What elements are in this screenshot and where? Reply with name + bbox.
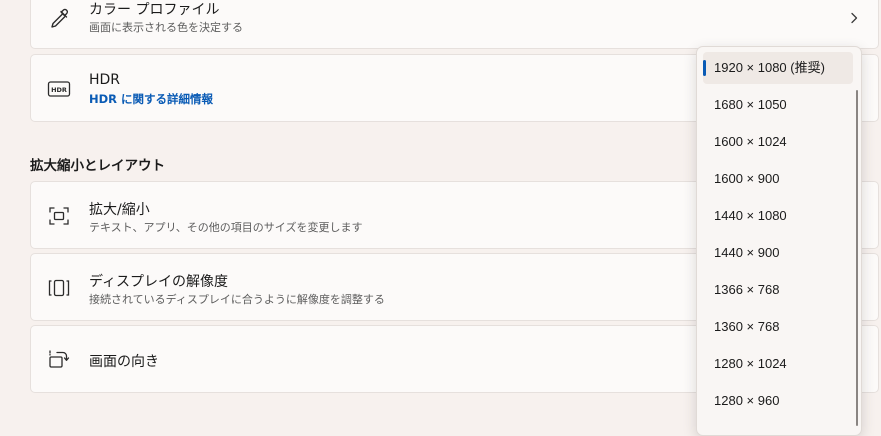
resolution-option[interactable]: 1440 × 1080: [703, 200, 853, 232]
selected-indicator: [703, 60, 706, 76]
scale-title: 拡大/縮小: [89, 202, 150, 218]
resolution-option[interactable]: 1680 × 1050: [703, 89, 853, 121]
resolution-option[interactable]: 1280 × 960: [703, 385, 853, 417]
chevron-right-icon: [851, 12, 858, 24]
hdr-icon: HDR: [47, 81, 71, 97]
eyedropper-icon: [51, 8, 68, 28]
resolution-option[interactable]: 1600 × 900: [703, 163, 853, 195]
color-profile-description: 画面に表示される色を決定する: [89, 21, 243, 34]
resolution-option-label: 1680 × 1050: [714, 97, 787, 112]
hdr-learn-more-link[interactable]: HDR に関する詳細情報: [89, 91, 213, 107]
resolution-option-label: 1600 × 1024: [714, 134, 787, 149]
resolution-option[interactable]: 1920 × 1080 (推奨): [703, 52, 853, 84]
display-resolution-title: ディスプレイの解像度: [89, 274, 229, 290]
resolution-option-label: 1440 × 900: [714, 245, 780, 260]
resolution-option-label: 1366 × 768: [714, 282, 780, 297]
resolution-option[interactable]: 1360 × 768: [703, 311, 853, 343]
resolution-option[interactable]: 1366 × 768: [703, 274, 853, 306]
resolution-option-label: 1360 × 768: [714, 319, 780, 334]
color-profile-card[interactable]: カラー プロファイル 画面に表示される色を決定する: [30, 0, 879, 49]
section-title-scale-layout: 拡大縮小とレイアウト: [30, 158, 165, 174]
scale-description: テキスト、アプリ、その他の項目のサイズを変更します: [89, 221, 363, 234]
resolution-option-label: 1280 × 960: [714, 393, 780, 408]
dropdown-scrollbar[interactable]: [856, 90, 858, 426]
svg-text:HDR: HDR: [51, 86, 67, 94]
scale-icon: [49, 207, 69, 225]
resolution-option-label: 1440 × 1080: [714, 208, 787, 223]
resolution-option-label: 1280 × 1024: [714, 356, 787, 371]
resolution-dropdown-list[interactable]: 1920 × 1080 (推奨) 1680 × 1050 1600 × 1024…: [696, 46, 862, 436]
resolution-option[interactable]: 1600 × 1024: [703, 126, 853, 158]
resolution-option-label: 1600 × 900: [714, 171, 780, 186]
orientation-title: 画面の向き: [89, 354, 159, 370]
display-resolution-description: 接続されているディスプレイに合うように解像度を調整する: [89, 293, 385, 306]
resolution-option-label: 1920 × 1080 (推奨): [714, 60, 825, 75]
color-profile-title: カラー プロファイル: [89, 2, 220, 18]
resolution-option[interactable]: 1440 × 900: [703, 237, 853, 269]
resolution-option[interactable]: 1280 × 1024: [703, 348, 853, 380]
rotate-display-icon: [49, 350, 70, 368]
hdr-title: HDR: [89, 72, 121, 88]
resolution-icon: [48, 279, 70, 297]
